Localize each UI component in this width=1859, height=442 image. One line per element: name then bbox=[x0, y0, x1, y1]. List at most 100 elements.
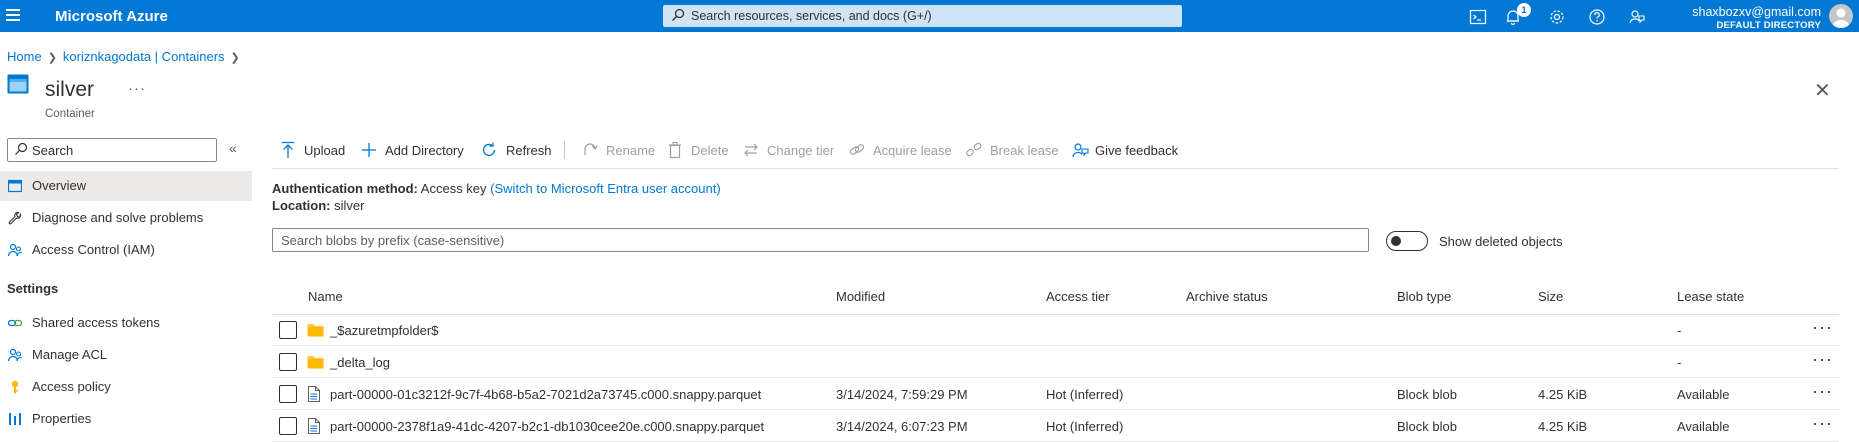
table-row[interactable]: part-00000-01c3212f-9c7f-4b68-b5a2-7021d… bbox=[272, 378, 1839, 410]
column-header-name[interactable]: Name bbox=[308, 289, 343, 304]
row-name[interactable]: part-00000-2378f1a9-41dc-4207-b2c1-db103… bbox=[330, 419, 764, 434]
row-access-tier: Hot (Inferred) bbox=[1046, 419, 1124, 434]
add-directory-button[interactable]: Add Directory bbox=[361, 141, 469, 161]
chevron-right-icon: ❯ bbox=[47, 52, 57, 64]
row-more-icon[interactable]: ··· bbox=[1812, 349, 1833, 370]
row-blob-type: Block blob bbox=[1397, 419, 1457, 434]
nav-item-label: Access policy bbox=[32, 379, 111, 394]
break-lease-button[interactable]: Break lease bbox=[966, 141, 1059, 161]
row-checkbox[interactable] bbox=[279, 385, 297, 403]
nav-item-manage-acl[interactable]: Manage ACL bbox=[0, 340, 252, 370]
folder-icon bbox=[307, 356, 324, 369]
brand-title[interactable]: Microsoft Azure bbox=[55, 8, 168, 25]
settings-gear-icon[interactable] bbox=[1548, 8, 1566, 26]
column-header-access-tier[interactable]: Access tier bbox=[1046, 289, 1110, 304]
user-avatar-icon bbox=[1832, 8, 1850, 28]
nav-item-shared-access-tokens[interactable]: Shared access tokens bbox=[0, 308, 252, 338]
change-tier-button[interactable]: Change tier bbox=[743, 141, 835, 161]
row-name[interactable]: _$azuretmpfolder$ bbox=[330, 323, 438, 338]
column-header-archive-status[interactable]: Archive status bbox=[1186, 289, 1268, 304]
column-header-size[interactable]: Size bbox=[1538, 289, 1563, 304]
nav-item-diagnose[interactable]: Diagnose and solve problems bbox=[0, 203, 252, 233]
row-name[interactable]: part-00000-01c3212f-9c7f-4b68-b5a2-7021d… bbox=[330, 387, 761, 402]
folder-icon bbox=[307, 324, 324, 337]
add-directory-label: Add Directory bbox=[385, 143, 464, 158]
row-lease-state: Available bbox=[1677, 419, 1730, 434]
refresh-button[interactable]: Refresh bbox=[480, 141, 556, 161]
table-row[interactable]: part-00000-2378f1a9-41dc-4207-b2c1-db103… bbox=[272, 410, 1839, 442]
row-more-icon[interactable]: ··· bbox=[1812, 413, 1833, 434]
nav-item-label: Shared access tokens bbox=[32, 315, 160, 330]
nav-item-label: Properties bbox=[32, 411, 92, 426]
column-header-blob-type[interactable]: Blob type bbox=[1397, 289, 1451, 304]
nav-item-iam[interactable]: Access Control (IAM) bbox=[0, 235, 252, 265]
link-icon bbox=[849, 144, 865, 155]
feedback-icon[interactable] bbox=[1628, 8, 1646, 26]
blob-search-placeholder: Search blobs by prefix (case-sensitive) bbox=[281, 233, 505, 248]
nav-item-label: Overview bbox=[32, 178, 87, 193]
close-icon[interactable]: ✕ bbox=[1814, 81, 1831, 101]
user-email[interactable]: shaxbozxv@gmail.com bbox=[1692, 5, 1821, 19]
collapse-nav-icon[interactable]: « bbox=[229, 140, 237, 156]
help-icon[interactable] bbox=[1588, 8, 1606, 26]
refresh-label: Refresh bbox=[506, 143, 552, 158]
break-lease-label: Break lease bbox=[990, 143, 1059, 158]
give-feedback-button[interactable]: Give feedback bbox=[1071, 141, 1181, 161]
global-search-placeholder: Search resources, services, and docs (G+… bbox=[691, 9, 932, 23]
refresh-icon bbox=[482, 142, 496, 157]
row-more-icon[interactable]: ··· bbox=[1812, 381, 1833, 402]
column-header-modified[interactable]: Modified bbox=[836, 289, 885, 304]
menu-icon[interactable] bbox=[6, 9, 20, 23]
show-deleted-toggle[interactable] bbox=[1386, 231, 1428, 251]
settings-heading: Settings bbox=[7, 281, 59, 296]
command-separator bbox=[564, 141, 565, 159]
auth-method-label: Authentication method: bbox=[272, 181, 418, 196]
rename-label: Rename bbox=[606, 143, 656, 158]
table-row[interactable]: _delta_log - ··· bbox=[272, 346, 1839, 378]
command-bar-divider bbox=[272, 168, 1839, 169]
row-access-tier: Hot (Inferred) bbox=[1046, 387, 1124, 402]
more-options-icon[interactable]: ··· bbox=[128, 80, 146, 97]
acquire-lease-button[interactable]: Acquire lease bbox=[849, 141, 952, 161]
delete-button[interactable]: Delete bbox=[667, 141, 731, 161]
upload-button[interactable]: Upload bbox=[280, 141, 350, 161]
user-directory: DEFAULT DIRECTORY bbox=[1716, 20, 1821, 31]
upload-icon bbox=[282, 141, 294, 158]
row-checkbox[interactable] bbox=[279, 321, 297, 339]
auth-method-value: Access key bbox=[420, 181, 487, 196]
delete-label: Delete bbox=[691, 143, 729, 158]
row-checkbox[interactable] bbox=[279, 417, 297, 435]
file-icon bbox=[308, 418, 320, 434]
feedback-icon bbox=[1072, 143, 1089, 158]
show-deleted-label: Show deleted objects bbox=[1439, 234, 1563, 249]
row-lease-state: - bbox=[1677, 323, 1682, 338]
row-name[interactable]: _delta_log bbox=[330, 355, 390, 370]
broken-link-icon bbox=[966, 142, 982, 157]
arrows-swap-icon bbox=[744, 143, 758, 157]
nav-item-overview[interactable]: Overview bbox=[0, 171, 252, 201]
column-header-lease-state[interactable]: Lease state bbox=[1677, 289, 1744, 304]
global-search-input[interactable]: Search resources, services, and docs (G+… bbox=[663, 5, 1182, 27]
switch-auth-link[interactable]: (Switch to Microsoft Entra user account) bbox=[490, 181, 720, 196]
row-more-icon[interactable]: ··· bbox=[1812, 317, 1833, 338]
search-icon bbox=[15, 142, 28, 155]
people-icon bbox=[8, 243, 22, 257]
notification-badge: 1 bbox=[1517, 3, 1531, 17]
row-modified: 3/14/2024, 6:07:23 PM bbox=[836, 419, 968, 434]
rename-button[interactable]: Rename bbox=[582, 141, 656, 161]
avatar[interactable] bbox=[1829, 4, 1853, 28]
cloud-shell-icon[interactable] bbox=[1469, 8, 1487, 26]
row-checkbox[interactable] bbox=[279, 353, 297, 371]
wrench-icon bbox=[8, 211, 22, 225]
nav-item-properties[interactable]: Properties bbox=[0, 404, 252, 434]
change-tier-label: Change tier bbox=[767, 143, 835, 158]
page-subtitle: Container bbox=[45, 108, 95, 120]
nav-item-access-policy[interactable]: Access policy bbox=[0, 372, 252, 402]
nav-search-input[interactable]: Search bbox=[7, 138, 217, 162]
table-row[interactable]: _$azuretmpfolder$ - ··· bbox=[272, 314, 1839, 346]
link-icon bbox=[8, 319, 22, 327]
container-icon bbox=[7, 74, 29, 94]
breadcrumb-containers[interactable]: koriznkagodata | Containers bbox=[63, 49, 225, 64]
breadcrumb-home[interactable]: Home bbox=[7, 49, 42, 64]
blob-search-input[interactable]: Search blobs by prefix (case-sensitive) bbox=[272, 228, 1369, 252]
